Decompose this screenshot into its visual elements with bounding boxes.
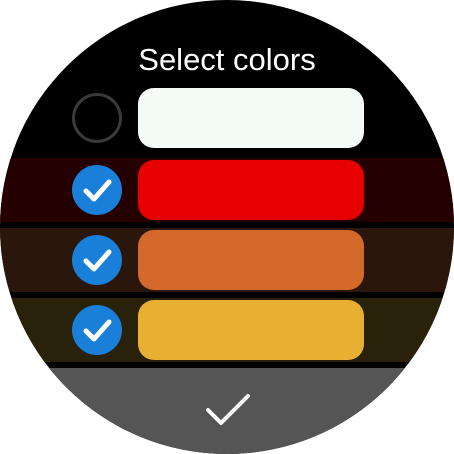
checkmark-icon [83,179,112,202]
color-swatch-yellow[interactable] [138,300,364,360]
check-circle-icon[interactable] [72,235,122,285]
checkmark-icon [83,249,112,272]
page-title: Select colors [138,42,316,77]
confirm-button[interactable] [0,368,454,454]
color-row-yellow[interactable] [0,298,454,362]
color-row-red[interactable] [0,158,454,222]
color-swatch-white[interactable] [138,88,364,148]
watch-screen: Select colors [0,0,454,454]
check-circle-icon[interactable] [72,165,122,215]
color-row-orange[interactable] [0,228,454,292]
color-swatch-red[interactable] [138,160,364,220]
color-swatch-orange[interactable] [138,230,364,290]
checkmark-icon [206,394,250,425]
checkmark-icon [83,319,112,342]
empty-circle-icon[interactable] [72,93,122,143]
color-row-white[interactable] [0,86,454,150]
check-circle-icon[interactable] [72,305,122,355]
